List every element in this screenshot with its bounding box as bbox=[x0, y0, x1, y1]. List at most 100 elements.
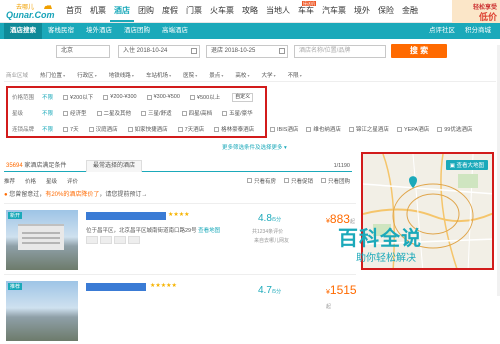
star-option[interactable]: 三星/舒适 bbox=[141, 109, 172, 117]
brand-option[interactable]: 不限 bbox=[42, 125, 53, 133]
view-large-map-button[interactable]: ▣ 查看大地图 bbox=[445, 160, 488, 170]
brand-option[interactable]: 汉庭酒店 bbox=[88, 125, 118, 133]
brand-option[interactable]: 7天 bbox=[63, 125, 79, 133]
price-custom-input[interactable]: 自定义 bbox=[232, 92, 254, 102]
pager[interactable]: 1/1190 bbox=[334, 161, 350, 171]
star-option[interactable]: 经济型 bbox=[63, 109, 87, 117]
checkbox[interactable] bbox=[283, 178, 289, 183]
sort-option[interactable]: 价格 bbox=[25, 177, 36, 185]
brand-option[interactable]: YEPA酒店 bbox=[396, 125, 429, 133]
search-button[interactable]: 搜 索 bbox=[391, 44, 447, 58]
checkbox[interactable] bbox=[348, 126, 354, 132]
sort-filter-toggle[interactable]: 只看有房 bbox=[246, 177, 276, 185]
checkbox[interactable] bbox=[96, 110, 102, 116]
sort-filter-toggle[interactable]: 只看团购 bbox=[320, 177, 350, 185]
checkbox[interactable] bbox=[181, 110, 187, 116]
checkbox[interactable] bbox=[246, 178, 252, 183]
price-option[interactable]: ¥300-¥500 bbox=[146, 93, 180, 101]
nav-item-4[interactable]: 度假 bbox=[158, 0, 182, 22]
checkbox[interactable] bbox=[437, 126, 443, 132]
brand-option[interactable]: 如家快捷酒店 bbox=[127, 125, 168, 133]
location-filter-item[interactable]: 行政区 ▾ bbox=[71, 70, 103, 81]
more-filters-link[interactable]: 更多筛选条件及选择更多 ▾ bbox=[222, 143, 287, 151]
nav-item-9[interactable]: 车车 接送机 bbox=[294, 0, 318, 22]
star-option[interactable]: 二星及其他 bbox=[96, 109, 131, 117]
points-mall-link[interactable]: 积分商城 bbox=[460, 23, 496, 39]
hotel-name[interactable] bbox=[86, 212, 166, 220]
location-filter-item[interactable]: 医院 ▾ bbox=[177, 70, 203, 81]
brand-option[interactable]: 99优选酒店 bbox=[437, 125, 472, 133]
checkbox[interactable] bbox=[306, 126, 312, 132]
nav-item-5[interactable]: 门票 bbox=[182, 0, 206, 22]
hotel-photo[interactable]: 新开 bbox=[6, 210, 78, 270]
tab-4[interactable]: 高端酒店 bbox=[156, 23, 194, 39]
tab-1[interactable]: 客栈民宿 bbox=[42, 23, 80, 39]
nav-item-12[interactable]: 保险 bbox=[374, 0, 398, 22]
star-option[interactable]: 五星/豪华 bbox=[222, 109, 253, 117]
price-option[interactable]: ¥200-¥300 bbox=[103, 93, 137, 101]
nav-item-8[interactable]: 当地人 bbox=[262, 0, 294, 22]
brand-option[interactable]: 锦江之星酒店 bbox=[348, 125, 389, 133]
nav-item-6[interactable]: 火车票 bbox=[206, 0, 238, 22]
nav-item-11[interactable]: 境外 bbox=[350, 0, 374, 22]
checkbox[interactable] bbox=[63, 94, 69, 100]
city-input[interactable]: 北京 bbox=[56, 45, 110, 58]
sort-filter-toggle[interactable]: 只看促销 bbox=[283, 177, 313, 185]
tab-0[interactable]: 酒店搜索 bbox=[4, 23, 42, 39]
checkbox[interactable] bbox=[88, 126, 94, 132]
price-option[interactable]: ¥200以下 bbox=[63, 93, 93, 101]
nav-item-0[interactable]: 首页 bbox=[62, 0, 86, 22]
checkbox[interactable] bbox=[214, 126, 220, 132]
hotel-card[interactable]: 新开 ★★★★ 位于昌平区，北京昌平区城南街道南口路29号 查看地图 4.8/5… bbox=[4, 203, 356, 273]
tab-2[interactable]: 境外酒店 bbox=[80, 23, 118, 39]
star-option[interactable]: 不限 bbox=[42, 109, 53, 117]
price-option[interactable]: ¥500以上 bbox=[189, 93, 220, 101]
star-option[interactable]: 四星/高档 bbox=[181, 109, 212, 117]
location-filter-item[interactable]: 不限 ▾ bbox=[282, 70, 308, 81]
location-filter-item[interactable]: 地铁线路 ▾ bbox=[103, 70, 140, 81]
notice-highlight[interactable]: 有20%的酒店降价了 bbox=[45, 192, 99, 198]
sort-option[interactable]: 推荐 bbox=[4, 177, 15, 185]
checkbox[interactable] bbox=[177, 126, 183, 132]
brand-option[interactable]: IBIS酒店 bbox=[270, 125, 298, 133]
keyword-input[interactable]: 酒店名称/位置/品牌 bbox=[294, 45, 386, 58]
checkbox[interactable] bbox=[320, 178, 326, 183]
location-filter-item[interactable]: 高校 ▾ bbox=[229, 70, 255, 81]
nav-item-7[interactable]: 攻略 bbox=[238, 0, 262, 22]
brand-option[interactable]: 维也纳酒店 bbox=[306, 125, 341, 133]
nav-item-3[interactable]: 团购 bbox=[134, 0, 158, 22]
sort-option[interactable]: 评价 bbox=[67, 177, 78, 185]
checkbox[interactable] bbox=[103, 94, 109, 100]
promo-banner[interactable]: 轻松享受 低价 bbox=[452, 0, 500, 23]
location-filter-item[interactable]: 大学 ▾ bbox=[256, 70, 282, 81]
view-map-link[interactable]: 查看地图 bbox=[198, 228, 220, 234]
checkbox[interactable] bbox=[63, 110, 69, 116]
nav-item-2[interactable]: 酒店 bbox=[110, 0, 134, 22]
hotel-photo[interactable]: 推荐 bbox=[6, 281, 78, 341]
nav-item-10[interactable]: 汽车票 bbox=[318, 0, 350, 22]
checkbox[interactable] bbox=[189, 94, 195, 100]
hotel-card[interactable]: 推荐 ★★★★★ 4.7/5分 ¥1515起 bbox=[4, 274, 357, 344]
checkout-input[interactable]: 退店 2018-10-25 bbox=[206, 45, 288, 58]
tab-common-hotels[interactable]: 最常选择的酒店 bbox=[86, 160, 143, 172]
location-filter-item[interactable]: 热门位置 ▾ bbox=[34, 70, 71, 81]
checkbox[interactable] bbox=[127, 126, 133, 132]
nav-item-13[interactable]: 金融 bbox=[398, 0, 422, 22]
sort-option[interactable]: 星级 bbox=[46, 177, 57, 185]
qunar-logo[interactable]: 去哪儿 Qunar.Com bbox=[3, 2, 55, 21]
checkin-input[interactable]: 入住 2018-10-24 bbox=[118, 45, 200, 58]
checkbox[interactable] bbox=[63, 126, 69, 132]
tab-3[interactable]: 酒店团购 bbox=[118, 23, 156, 39]
hotel-price[interactable]: ¥1515起 bbox=[326, 283, 357, 311]
review-community-link[interactable]: 点评社区 bbox=[424, 23, 460, 39]
location-filter-item[interactable]: 景点 ▾ bbox=[203, 70, 229, 81]
nav-item-1[interactable]: 机票 bbox=[86, 0, 110, 22]
checkbox[interactable] bbox=[270, 126, 275, 132]
hotel-reviews[interactable]: 共1234条评价 bbox=[252, 228, 283, 235]
checkbox[interactable] bbox=[146, 94, 152, 100]
hotel-name[interactable] bbox=[86, 283, 146, 291]
price-option[interactable]: 不限 bbox=[42, 93, 53, 101]
checkbox[interactable] bbox=[222, 110, 228, 116]
location-filter-item[interactable]: 车站机场 ▾ bbox=[140, 70, 177, 81]
brand-option[interactable]: 7天酒店 bbox=[177, 125, 204, 133]
